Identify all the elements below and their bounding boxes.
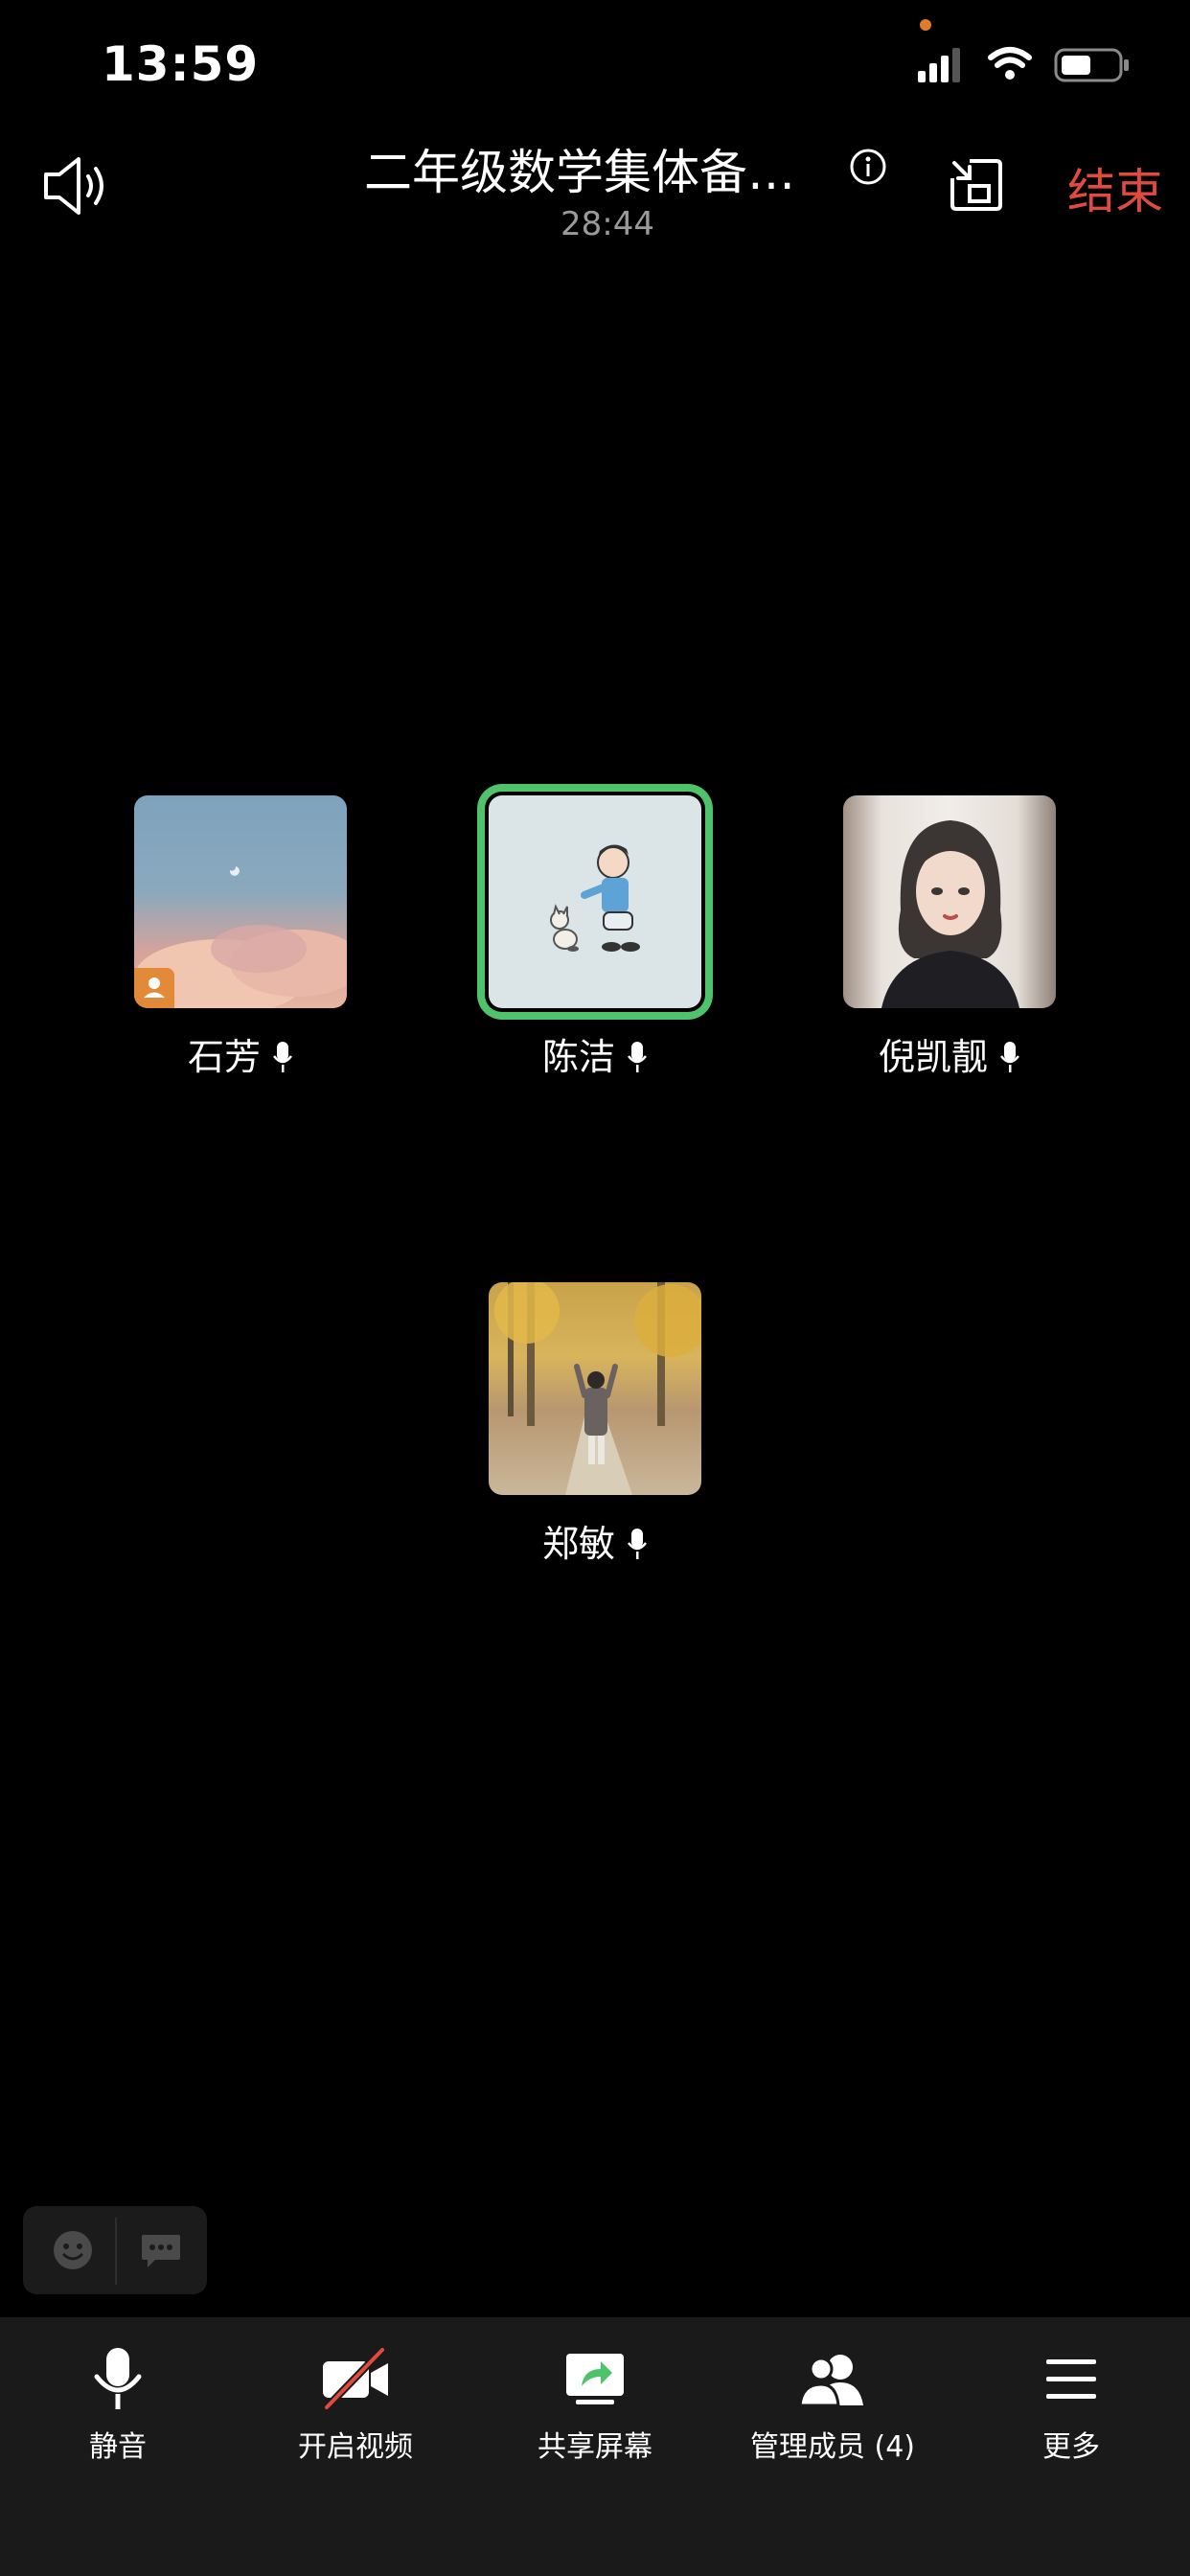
avatar	[134, 795, 347, 1008]
avatar-portrait-image	[881, 820, 1019, 1008]
more-button[interactable]: 更多	[956, 2346, 1186, 2465]
avatar-illustration	[550, 844, 640, 952]
meeting-duration: 28:44	[561, 205, 654, 243]
video-off-icon	[323, 2346, 388, 2411]
mic-icon	[1000, 1042, 1019, 1072]
host-badge	[134, 968, 174, 1008]
host-icon	[144, 978, 165, 998]
share-screen-button[interactable]: 共享屏幕	[480, 2346, 710, 2465]
participant-name: 倪凯靓	[878, 1036, 988, 1078]
participant-name-row: 郑敏	[485, 1514, 705, 1567]
info-icon[interactable]	[849, 148, 887, 186]
members-icon	[798, 2355, 863, 2407]
participant-name-row: 石芳	[130, 1027, 351, 1080]
menu-icon	[1046, 2359, 1096, 2399]
participant-name: 郑敏	[541, 1523, 615, 1565]
share-screen-label: 共享屏幕	[538, 2430, 652, 2464]
cellular-signal-icon	[918, 48, 960, 82]
mic-icon	[628, 1042, 647, 1072]
battery-icon	[1054, 48, 1129, 82]
microphone-icon	[94, 2348, 142, 2409]
mic-icon	[628, 1529, 647, 1559]
manage-members-button[interactable]: 管理成员 (4)	[718, 2346, 948, 2465]
emoji-icon[interactable]	[52, 2229, 94, 2271]
more-label: 更多	[1042, 2430, 1100, 2464]
wifi-icon	[988, 47, 1032, 80]
share-screen-icon	[566, 2354, 624, 2404]
mute-button[interactable]: 静音	[3, 2346, 233, 2465]
avatar	[843, 795, 1056, 1008]
speaker-icon[interactable]	[40, 151, 113, 220]
mic-icon	[273, 1042, 292, 1072]
chat-icon[interactable]	[140, 2233, 182, 2269]
participant-tile[interactable]: 陈洁	[485, 795, 705, 1083]
divider	[115, 2218, 117, 2285]
picture-in-picture-icon[interactable]	[949, 157, 1004, 213]
participant-name: 陈洁	[541, 1036, 615, 1078]
meeting-title[interactable]: 二年级数学集体备课...	[364, 134, 824, 203]
manage-members-label: 管理成员 (4)	[749, 2430, 916, 2464]
avatar-autumn-image	[494, 1282, 701, 1495]
participant-name-row: 陈洁	[485, 1027, 705, 1080]
status-time: 13:59	[102, 36, 260, 92]
mute-label: 静音	[89, 2430, 147, 2464]
start-video-label: 开启视频	[298, 2430, 413, 2464]
participant-tile[interactable]: 郑敏	[485, 1282, 705, 1570]
start-video-button[interactable]: 开启视频	[240, 2346, 470, 2465]
privacy-indicator-dot	[920, 19, 931, 31]
avatar	[489, 795, 701, 1008]
participant-name: 石芳	[187, 1036, 261, 1078]
avatar	[489, 1282, 701, 1495]
participant-tile[interactable]: 石芳	[130, 795, 351, 1083]
end-meeting-button[interactable]: 结束	[1067, 153, 1163, 222]
participant-tile[interactable]: 倪凯靓	[839, 795, 1060, 1083]
participant-name-row: 倪凯靓	[839, 1027, 1060, 1080]
